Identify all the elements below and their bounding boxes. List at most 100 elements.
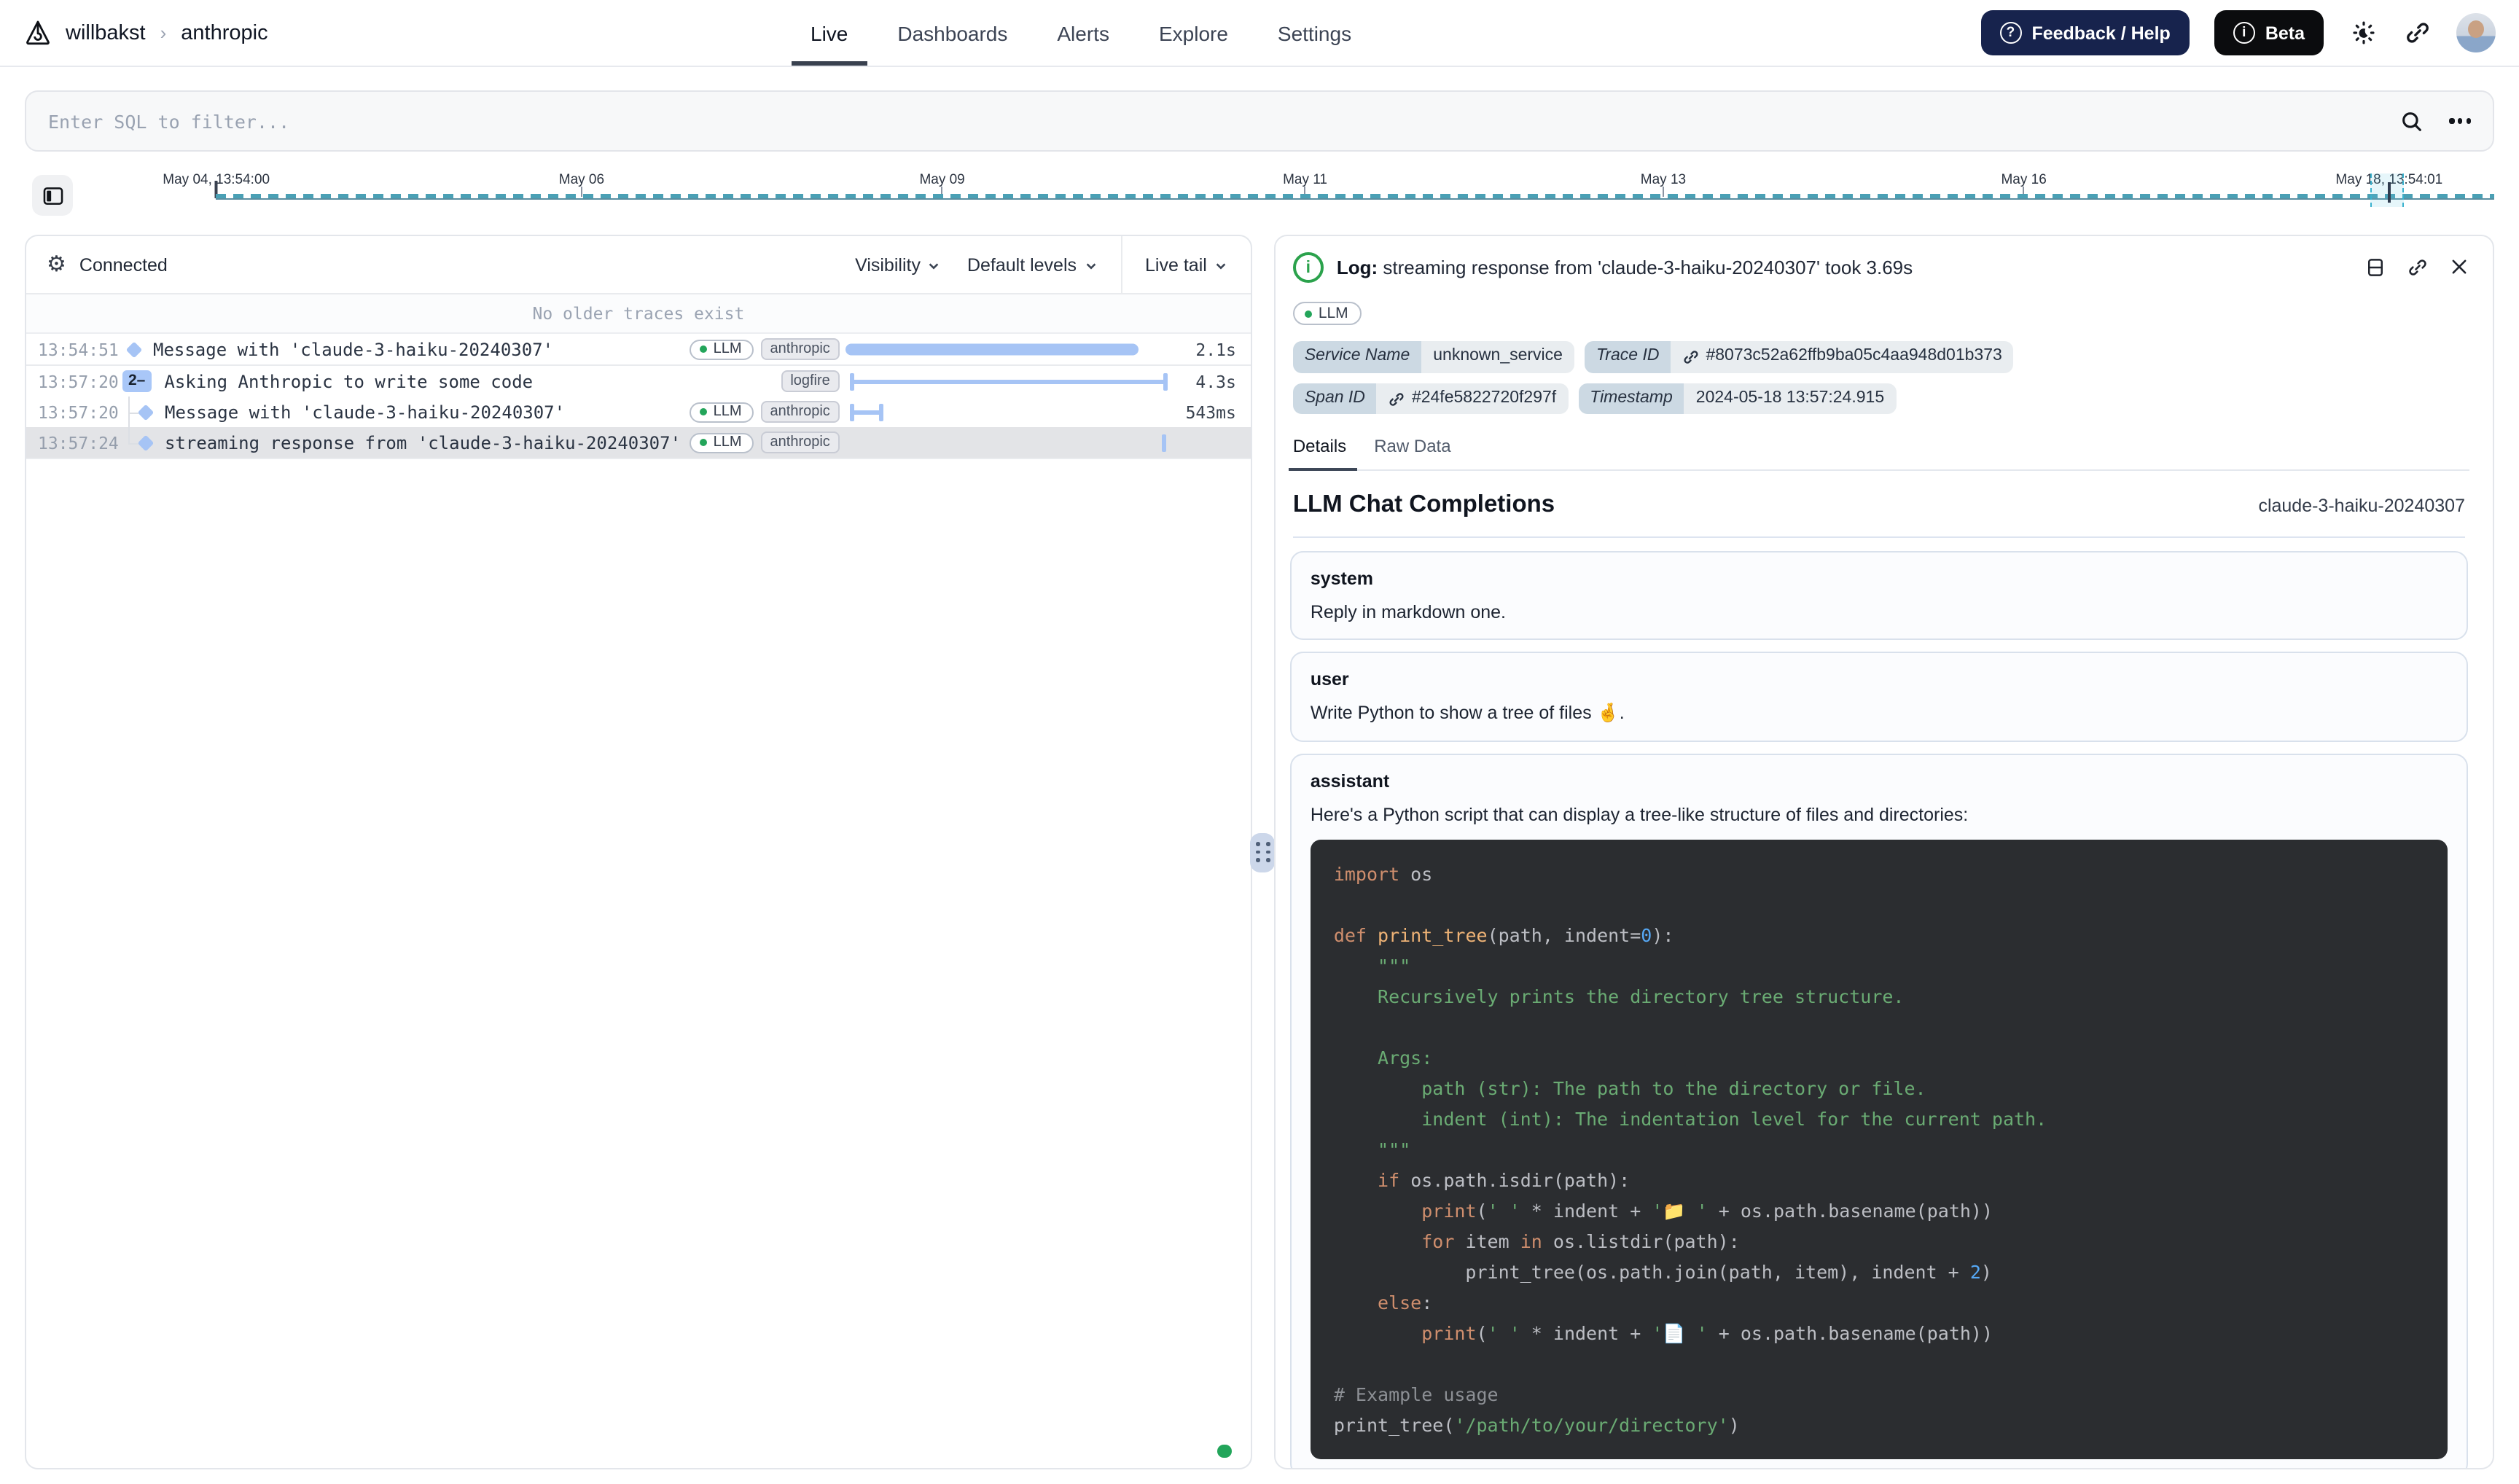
trace-timestamp: 13:57:24 [38, 432, 122, 453]
splitter-grip-handle[interactable] [1251, 832, 1276, 872]
trace-badges: logfire [781, 370, 840, 392]
sql-filter-bar [25, 90, 2494, 152]
trace-list-panel: ⚙ Connected Visibility Default levels Li… [25, 235, 1252, 1469]
message-text: Write Python to show a tree of files 🤞. [1311, 703, 2448, 725]
collapse-children-badge[interactable]: 2– [122, 370, 151, 391]
meta-label: Span ID [1293, 383, 1377, 415]
nav-tab-live[interactable]: Live [811, 0, 848, 66]
chevron-down-icon [928, 259, 941, 272]
nav-tab-alerts[interactable]: Alerts [1057, 0, 1109, 66]
section-header: LLM Chat Completions claude-3-haiku-2024… [1293, 492, 2465, 539]
message-card-user: user Write Python to show a tree of file… [1290, 652, 2468, 743]
message-role: user [1311, 670, 2448, 690]
span-metadata: Service Name unknown_service Trace ID #8… [1293, 342, 2255, 415]
duration-label: 4.3s [1175, 371, 1251, 391]
live-status-dot [1218, 1444, 1232, 1458]
trace-group: 13:54:51 Message with 'claude-3-haiku-20… [26, 334, 1251, 366]
top-nav-bar: willbakst › anthropic Live Dashboards Al… [0, 0, 2519, 67]
link-icon [1389, 390, 1406, 407]
tab-details[interactable]: Details [1293, 437, 1346, 470]
nav-tab-dashboards[interactable]: Dashboards [897, 0, 1007, 66]
meta-value: #8073c52a62ffb9ba05c4aa948d01b373 [1671, 342, 2013, 373]
visibility-dropdown[interactable]: Visibility [855, 254, 941, 275]
detail-header: i Log: streaming response from 'claude-3… [1289, 252, 2469, 283]
trace-row-selected[interactable]: 13:57:24 streaming response from 'claude… [26, 427, 1251, 458]
section-title: LLM Chat Completions [1293, 492, 1555, 520]
live-tail-dropdown[interactable]: Live tail [1120, 236, 1251, 293]
detail-tags: LLM [1293, 299, 2469, 326]
trace-title: Message with 'claude-3-haiku-20240307' [153, 339, 681, 359]
message-text: Here's a Python script that can display … [1311, 805, 2448, 826]
model-name: claude-3-haiku-20240307 [2258, 496, 2465, 516]
chevron-down-icon [1084, 259, 1097, 272]
detail-tabs: Details Raw Data [1289, 437, 2469, 472]
duration-bar [846, 343, 1139, 356]
green-dot-icon [700, 345, 708, 354]
info-icon: i [2233, 22, 2255, 44]
timeline-label: May 09 [919, 172, 964, 188]
breadcrumb-org[interactable]: willbakst [66, 21, 146, 44]
trace-badges: LLM anthropic [690, 431, 840, 453]
duration-track [840, 397, 1172, 427]
detail-title: Log: streaming response from 'claude-3-h… [1337, 252, 2351, 283]
detail-header-actions [2364, 257, 2469, 278]
settings-gear-icon[interactable]: ⚙ [47, 254, 66, 276]
sql-filter-input[interactable] [48, 110, 2400, 132]
more-options-icon[interactable] [2450, 119, 2471, 123]
trace-list-header: ⚙ Connected Visibility Default levels Li… [26, 236, 1251, 294]
meta-label: Trace ID [1585, 342, 1671, 373]
trace-row[interactable]: 13:57:20 2– Asking Anthropic to write so… [26, 366, 1251, 397]
green-dot-icon [700, 408, 708, 416]
feedback-help-button[interactable]: ? Feedback / Help [1980, 10, 2189, 55]
breadcrumb: willbakst › anthropic [23, 18, 268, 47]
dock-panel-icon[interactable] [2364, 257, 2386, 278]
trace-id-pill[interactable]: Trace ID #8073c52a62ffb9ba05c4aa948d01b3… [1585, 342, 2014, 373]
question-icon: ? [1999, 22, 2021, 44]
close-icon[interactable] [2449, 257, 2469, 278]
app-root: willbakst › anthropic Live Dashboards Al… [0, 0, 2519, 1484]
default-levels-label: Default levels [967, 254, 1077, 275]
top-bar-actions: ? Feedback / Help i Beta [1980, 10, 2496, 55]
log-level-label: Log: [1337, 257, 1378, 278]
trace-timestamp: 13:54:51 [38, 339, 122, 359]
panel-splitter[interactable] [1252, 235, 1274, 1469]
duration-bar [849, 372, 1167, 390]
trace-row[interactable]: 13:57:20 Message with 'claude-3-haiku-20… [26, 397, 1251, 427]
share-link-icon[interactable] [2402, 18, 2432, 47]
user-avatar[interactable] [2456, 13, 2496, 52]
timeline-axis[interactable]: May 04, 13:54:00 May 06 May 09 May 11 Ma… [106, 163, 2494, 227]
copy-link-icon[interactable] [2407, 257, 2429, 278]
theme-toggle-icon[interactable] [2348, 18, 2378, 47]
tree-connector [122, 397, 140, 427]
breadcrumb-separator: › [160, 22, 167, 44]
beta-label: Beta [2265, 23, 2305, 43]
meta-value: 2024-05-18 13:57:24.915 [1684, 383, 1896, 415]
span-diamond-icon [138, 434, 155, 451]
green-dot-icon [1305, 310, 1313, 318]
span-detail-panel: i Log: streaming response from 'claude-3… [1274, 235, 2494, 1469]
tree-connector [122, 427, 140, 458]
main-nav: Live Dashboards Alerts Explore Settings [811, 0, 1351, 66]
logfire-logo-icon[interactable] [23, 18, 52, 47]
trace-row[interactable]: 13:54:51 Message with 'claude-3-haiku-20… [26, 334, 1251, 364]
message-role: assistant [1311, 772, 2448, 792]
trace-group: 13:57:20 2– Asking Anthropic to write so… [26, 366, 1251, 459]
nav-tab-explore[interactable]: Explore [1159, 0, 1228, 66]
tab-raw-data[interactable]: Raw Data [1374, 437, 1450, 470]
feedback-help-label: Feedback / Help [2031, 23, 2170, 43]
main-content: ⚙ Connected Visibility Default levels Li… [25, 235, 2494, 1469]
search-icon[interactable] [2400, 109, 2425, 133]
trace-title: streaming response from 'claude-3-haiku-… [165, 432, 681, 453]
meta-value: unknown_service [1421, 342, 1574, 373]
span-id-pill[interactable]: Span ID #24fe5822720f297f [1293, 383, 1568, 415]
trace-title: Message with 'claude-3-haiku-20240307' [165, 402, 681, 422]
collapse-sidebar-icon[interactable] [32, 175, 73, 216]
default-levels-dropdown[interactable]: Default levels [967, 254, 1097, 275]
python-code-block[interactable]: import osdef print_tree(path, indent=0):… [1311, 840, 2448, 1460]
live-tail-label: Live tail [1145, 254, 1207, 275]
timeline-selection-range[interactable] [2370, 173, 2404, 207]
breadcrumb-project[interactable]: anthropic [181, 21, 267, 44]
beta-button[interactable]: i Beta [2214, 10, 2324, 55]
nav-tab-settings[interactable]: Settings [1278, 0, 1351, 66]
timeline-label: May 11 [1283, 172, 1327, 188]
